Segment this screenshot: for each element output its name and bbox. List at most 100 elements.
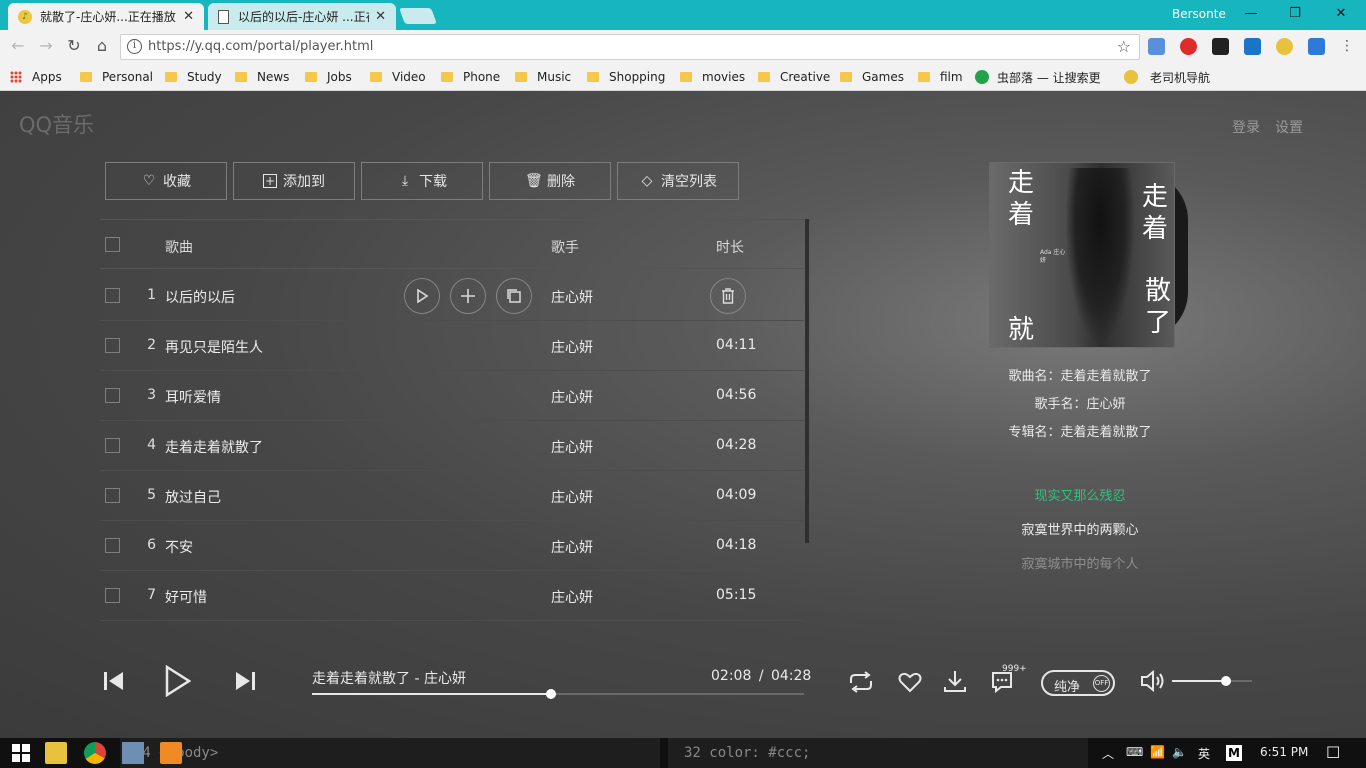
- input-language[interactable]: 英: [1198, 745, 1210, 762]
- settings-link[interactable]: 设置: [1275, 117, 1303, 137]
- bookmark-star-icon[interactable]: ☆: [1117, 37, 1131, 56]
- song-title[interactable]: 以后的以后: [165, 287, 235, 307]
- song-list-scrollbar[interactable]: [805, 219, 809, 543]
- like-heart-icon[interactable]: [898, 671, 922, 697]
- row-checkbox[interactable]: [105, 288, 120, 303]
- song-row[interactable]: 7 好可惜 庄心妍 05:15: [100, 571, 804, 621]
- extension-icon[interactable]: [1308, 38, 1325, 55]
- song-singer[interactable]: 庄心妍: [551, 337, 593, 357]
- song-title[interactable]: 耳听爱情: [165, 387, 221, 407]
- select-all-checkbox[interactable]: [105, 237, 120, 252]
- download-button[interactable]: ⤓ 下载: [361, 162, 483, 200]
- song-singer[interactable]: 庄心妍: [551, 387, 593, 407]
- delete-button[interactable]: 🗑 删除: [489, 162, 611, 200]
- song-row[interactable]: 5 放过自己 庄心妍 04:09: [100, 471, 804, 521]
- bookmark-folder[interactable]: Games: [840, 68, 904, 86]
- song-row[interactable]: 1 以后的以后 庄心妍: [100, 271, 804, 321]
- song-title[interactable]: 放过自己: [165, 487, 221, 507]
- progress-handle[interactable]: [545, 689, 556, 699]
- song-singer[interactable]: 庄心妍: [551, 287, 593, 307]
- clock[interactable]: 6:51 PM: [1260, 745, 1308, 759]
- reload-icon[interactable]: ↻: [64, 36, 84, 55]
- album-cover[interactable]: 走着 走着 就 散了 Ada 庄心妍: [989, 162, 1175, 348]
- speaker-icon[interactable]: 🔈: [1172, 745, 1187, 759]
- bookmark-laosiji[interactable]: 老司机导航: [1124, 68, 1210, 86]
- tab-active[interactable]: ♪ 就散了-庄心妍...正在播放 ✕: [8, 3, 204, 30]
- restore-icon[interactable]: ❐: [1272, 3, 1318, 25]
- bookmark-folder[interactable]: Creative: [758, 68, 830, 86]
- ime-icon[interactable]: ⌨: [1126, 745, 1143, 759]
- tab-close-icon[interactable]: ✕: [375, 9, 386, 24]
- info-icon[interactable]: i: [127, 39, 142, 54]
- back-icon[interactable]: ←: [8, 36, 28, 55]
- delete-song-icon[interactable]: [710, 278, 746, 314]
- bookmark-chongbuluo[interactable]: 虫部落 — 让搜索更: [975, 68, 1115, 86]
- bookmark-folder[interactable]: Personal: [80, 68, 153, 86]
- wifi-icon[interactable]: 📶: [1150, 745, 1165, 759]
- bookmark-folder[interactable]: movies: [680, 68, 745, 86]
- add-song-icon[interactable]: [450, 278, 486, 314]
- next-track-icon[interactable]: [234, 670, 256, 696]
- image-viewer-icon[interactable]: [122, 742, 144, 764]
- windows-start-icon[interactable]: [10, 742, 32, 764]
- volume-handle[interactable]: [1221, 676, 1232, 686]
- bookmark-folder[interactable]: Phone: [441, 68, 500, 86]
- song-row[interactable]: 3 耳听爱情 庄心妍 04:56: [100, 371, 804, 421]
- home-icon[interactable]: ⌂: [92, 36, 112, 55]
- sublime-text-icon[interactable]: [160, 742, 182, 764]
- clear-list-button[interactable]: ◇ 清空列表: [617, 162, 739, 200]
- row-checkbox[interactable]: [105, 488, 120, 503]
- row-checkbox[interactable]: [105, 538, 120, 553]
- row-checkbox[interactable]: [105, 588, 120, 603]
- song-singer[interactable]: 庄心妍: [551, 587, 593, 607]
- ime-mode-icon[interactable]: M: [1226, 745, 1242, 761]
- song-row[interactable]: 2 再见只是陌生人 庄心妍 04:11: [100, 321, 804, 371]
- new-tab-button[interactable]: [399, 8, 437, 24]
- bookmark-folder[interactable]: Jobs: [305, 68, 352, 86]
- notification-icon[interactable]: ☐: [1326, 743, 1340, 762]
- bookmark-folder[interactable]: News: [235, 68, 289, 86]
- file-explorer-icon[interactable]: [45, 742, 67, 764]
- song-singer[interactable]: 庄心妍: [551, 537, 593, 557]
- bookmark-folder[interactable]: Video: [370, 68, 426, 86]
- song-title[interactable]: 好可惜: [165, 587, 207, 607]
- progress-bar[interactable]: [312, 689, 804, 699]
- extension-s-icon[interactable]: [1244, 38, 1261, 55]
- address-bar[interactable]: i https://y.qq.com/portal/player.html ☆: [120, 34, 1140, 60]
- translate-extension-icon[interactable]: [1148, 38, 1165, 55]
- favorite-button[interactable]: ♡ 收藏: [105, 162, 227, 200]
- play-icon[interactable]: [165, 664, 192, 701]
- song-title[interactable]: 走着走着就散了: [165, 437, 263, 457]
- bookmark-folder[interactable]: Shopping: [587, 68, 665, 86]
- row-checkbox[interactable]: [105, 338, 120, 353]
- row-checkbox[interactable]: [105, 388, 120, 403]
- bookmark-apps[interactable]: Apps: [10, 68, 62, 86]
- song-title[interactable]: 不安: [165, 537, 193, 557]
- share-song-icon[interactable]: [496, 278, 532, 314]
- song-row[interactable]: 4 走着走着就散了 庄心妍 04:28: [100, 421, 804, 471]
- volume-icon[interactable]: [1140, 669, 1166, 696]
- forward-icon[interactable]: →: [36, 36, 56, 55]
- menu-icon[interactable]: ⋮: [1340, 38, 1354, 55]
- comments-icon[interactable]: [990, 670, 1014, 698]
- login-link[interactable]: 登录: [1232, 117, 1260, 137]
- qq-music-logo[interactable]: QQ音乐: [19, 109, 94, 139]
- song-singer[interactable]: 庄心妍: [551, 487, 593, 507]
- song-singer[interactable]: 庄心妍: [551, 437, 593, 457]
- bookmark-folder[interactable]: film: [918, 68, 963, 86]
- previous-track-icon[interactable]: [103, 670, 125, 696]
- loop-mode-icon[interactable]: [847, 671, 875, 697]
- bookmark-folder[interactable]: Music: [515, 68, 571, 86]
- volume-slider[interactable]: [1172, 676, 1252, 686]
- song-title[interactable]: 再见只是陌生人: [165, 337, 263, 357]
- download-track-icon[interactable]: [943, 669, 967, 697]
- extension-icon[interactable]: [1212, 38, 1229, 55]
- bookmark-folder[interactable]: Study: [165, 68, 222, 86]
- tab-inactive[interactable]: 以后的以后-庄心妍 ...正在 ✕: [208, 3, 396, 30]
- pure-mode-toggle[interactable]: 纯净 OFF: [1041, 670, 1115, 696]
- play-song-icon[interactable]: [404, 278, 440, 314]
- add-to-button[interactable]: + 添加到: [233, 162, 355, 200]
- extension-icon[interactable]: [1276, 38, 1293, 55]
- minimize-icon[interactable]: —: [1228, 3, 1274, 25]
- row-checkbox[interactable]: [105, 438, 120, 453]
